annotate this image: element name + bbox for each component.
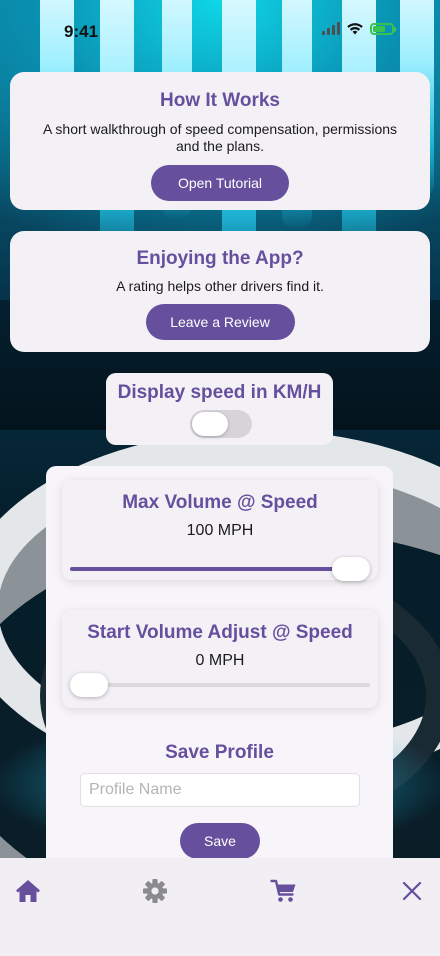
slider-thumb[interactable] [70,673,108,697]
cart-icon [270,879,296,902]
save-button[interactable]: Save [180,823,260,859]
battery-charging-icon [370,22,396,35]
enjoying-app-title: Enjoying the App? [136,248,304,269]
how-it-works-title: How It Works [160,90,280,111]
open-tutorial-button[interactable]: Open Tutorial [151,165,289,201]
max-volume-slider[interactable] [70,557,370,581]
enjoying-app-card: Enjoying the App? A rating helps other d… [10,231,430,352]
start-volume-slider[interactable] [70,673,370,697]
close-icon [402,881,422,901]
slider-thumb[interactable] [332,557,370,581]
start-volume-card: Start Volume Adjust @ Speed 0 MPH [62,610,378,708]
kmh-toggle[interactable] [190,410,252,438]
kmh-setting-card: Display speed in KM/H [106,373,333,445]
toggle-knob [192,412,228,436]
home-icon [16,880,40,902]
max-volume-card: Max Volume @ Speed 100 MPH [62,480,378,581]
gear-icon [143,879,167,903]
leave-review-button[interactable]: Leave a Review [145,304,295,340]
tab-settings[interactable] [141,877,169,905]
max-volume-title: Max Volume @ Speed [122,492,318,513]
enjoying-app-description: A rating helps other drivers find it. [116,278,324,294]
slider-fill [70,567,351,571]
status-bar: 9:41 [0,0,440,62]
tab-close[interactable] [398,877,426,905]
wifi-icon [347,23,363,35]
save-profile-title: Save Profile [165,742,274,763]
profile-name-input[interactable] [80,773,360,807]
max-volume-value: 100 MPH [186,522,254,539]
start-volume-value: 0 MPH [195,652,245,669]
how-it-works-card: How It Works A short walkthrough of spee… [10,72,430,210]
volume-settings-panel: Max Volume @ Speed 100 MPH Start Volume … [46,466,393,886]
cellular-signal-icon [322,22,340,35]
tab-home[interactable] [14,877,42,905]
tab-store[interactable] [270,877,298,905]
status-time: 9:41 [64,22,99,41]
tab-bar [0,858,440,956]
kmh-setting-label: Display speed in KM/H [117,382,322,403]
how-it-works-description: A short walkthrough of speed compensatio… [42,121,398,154]
start-volume-title: Start Volume Adjust @ Speed [87,622,353,643]
